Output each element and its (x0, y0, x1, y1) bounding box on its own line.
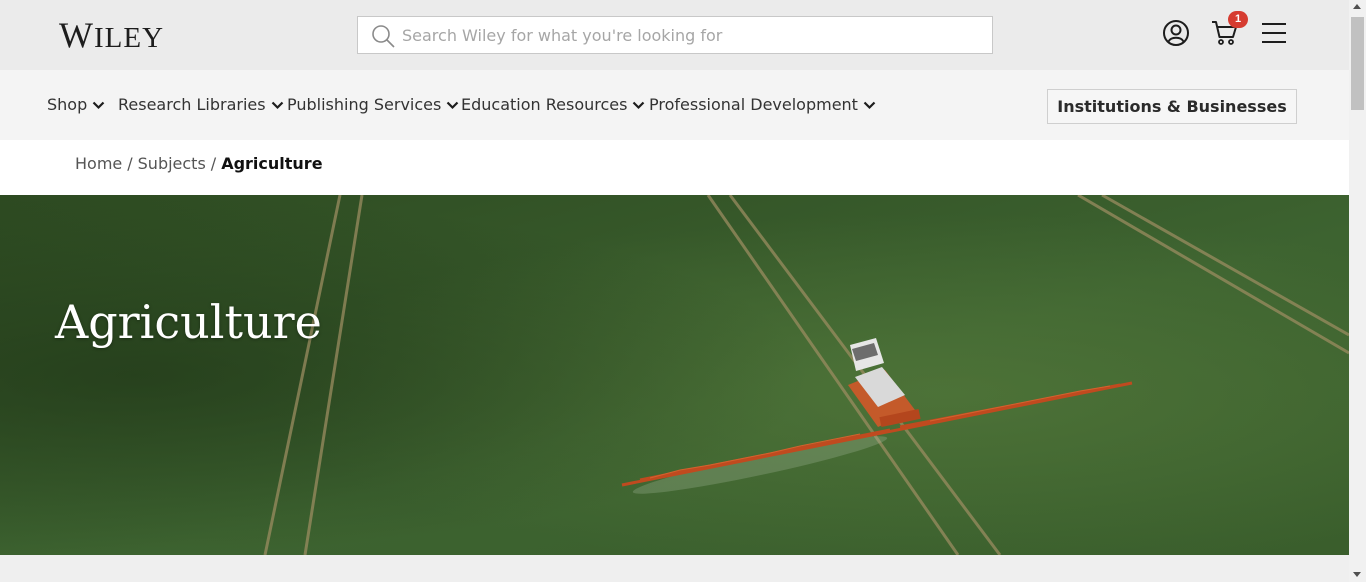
breadcrumb-separator: / (210, 154, 217, 173)
chevron-down-icon (863, 101, 876, 110)
menu-icon[interactable] (1260, 19, 1288, 47)
nav-item-publishing-services[interactable]: Publishing Services (287, 95, 459, 114)
breadcrumb-home-link[interactable]: Home (75, 154, 122, 173)
nav-item-research-libraries[interactable]: Research Libraries (118, 95, 284, 114)
chevron-down-icon (633, 101, 645, 110)
search-input[interactable] (402, 17, 982, 53)
nav-item-label: Education Resources (461, 95, 628, 114)
chevron-down-icon (92, 101, 105, 110)
breadcrumb-bar: Home / Subjects / Agriculture (0, 140, 1349, 195)
nav-item-professional-development[interactable]: Professional Development (649, 95, 876, 114)
content-strip (0, 555, 1349, 582)
nav-item-shop[interactable]: Shop (47, 95, 105, 114)
top-header: WILEY 1 (0, 0, 1349, 70)
breadcrumb-subjects-link[interactable]: Subjects (138, 154, 206, 173)
search-icon (372, 25, 395, 48)
nav-item-education-resources[interactable]: Education Resources (461, 95, 645, 114)
chevron-down-icon (447, 101, 459, 110)
breadcrumb-separator: / (127, 154, 133, 173)
nav-item-label: Professional Development (649, 95, 858, 114)
scroll-thumb[interactable] (1351, 17, 1364, 110)
nav-item-label: Shop (47, 95, 88, 114)
logo-rest: ILEY (93, 22, 165, 54)
page-scrollbar[interactable] (1349, 0, 1366, 582)
wiley-logo[interactable]: WILEY (59, 14, 164, 56)
cart-count-badge: 1 (1228, 11, 1248, 28)
hero-title: Agriculture (55, 295, 322, 349)
scroll-down-arrow-icon[interactable] (1353, 572, 1361, 577)
chevron-down-icon (271, 101, 283, 110)
nav-item-label: Publishing Services (287, 95, 442, 114)
scroll-up-arrow-icon[interactable] (1353, 4, 1361, 9)
breadcrumb: Home / Subjects / Agriculture (75, 154, 323, 173)
institutions-businesses-button[interactable]: Institutions & Businesses (1047, 89, 1297, 124)
search-box[interactable] (357, 16, 993, 54)
hero-field-image (0, 195, 1349, 555)
nav-item-label: Research Libraries (118, 95, 266, 114)
logo-initial: W (59, 15, 94, 55)
page: WILEY 1 Shop (0, 0, 1366, 582)
breadcrumb-current: Agriculture (221, 154, 323, 173)
account-icon[interactable] (1162, 19, 1190, 47)
hero-banner: Agriculture (0, 195, 1349, 555)
main-nav: Shop Research Libraries Publishing Servi… (0, 70, 1349, 140)
